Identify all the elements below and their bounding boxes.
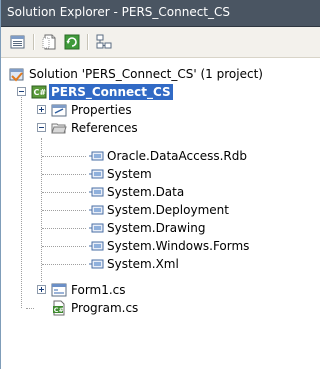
view-class-diagram-icon (96, 34, 112, 49)
reference-item[interactable]: System.Drawing (1, 219, 320, 237)
tree-item-references[interactable]: References (1, 119, 320, 137)
toolbar-separator (33, 34, 35, 50)
solution-icon (9, 66, 25, 82)
reference-label: System.Data (107, 185, 185, 199)
solution-explorer-window: Solution Explorer - PERS_Connect_CS Solu… (0, 0, 320, 369)
reference-label: System.Deployment (107, 203, 229, 217)
expand-toggle[interactable] (37, 285, 46, 294)
toolbar-separator (87, 34, 89, 50)
expand-toggle[interactable] (37, 105, 46, 114)
program-label: Program.cs (71, 301, 139, 315)
refresh-icon (64, 34, 80, 50)
solution-label: Solution 'PERS_Connect_CS' (1 project) (29, 67, 263, 81)
reference-item[interactable]: System (1, 165, 320, 183)
reference-item[interactable]: System.Data (1, 183, 320, 201)
reference-icon (89, 148, 105, 164)
properties-button[interactable] (9, 33, 27, 51)
csharp-file-icon: C# (51, 300, 67, 316)
properties-label: Properties (71, 103, 132, 117)
properties-icon (10, 35, 25, 49)
reference-item[interactable]: System.Deployment (1, 201, 320, 219)
project-label: PERS_Connect_CS (49, 84, 173, 100)
reference-item[interactable]: Oracle.DataAccess.Rdb (1, 147, 320, 165)
reference-icon (89, 220, 105, 236)
reference-icon (89, 184, 105, 200)
show-all-files-button[interactable] (41, 33, 59, 51)
reference-icon (89, 166, 105, 182)
tree-item-properties[interactable]: Properties (1, 101, 320, 119)
properties-folder-icon (51, 102, 67, 118)
reference-label: System.Windows.Forms (107, 239, 250, 253)
reference-icon (89, 256, 105, 272)
reference-item[interactable]: System.Windows.Forms (1, 237, 320, 255)
csharp-project-icon: C# (31, 84, 47, 100)
title-bar[interactable]: Solution Explorer - PERS_Connect_CS (1, 0, 320, 27)
references-label: References (71, 121, 138, 135)
reference-icon (89, 202, 105, 218)
toolbar (1, 27, 320, 58)
tree-item-form1[interactable]: Form1.cs (1, 281, 320, 299)
reference-item[interactable]: System.Xml (1, 255, 320, 273)
svg-text:C#: C# (34, 88, 47, 97)
reference-label: System (107, 167, 152, 181)
window-title: Solution Explorer - PERS_Connect_CS (7, 5, 231, 19)
svg-text:C#: C# (54, 306, 64, 314)
form-file-icon (51, 282, 67, 298)
collapse-toggle[interactable] (17, 87, 26, 96)
refresh-button[interactable] (63, 33, 81, 51)
reference-label: System.Xml (107, 257, 179, 271)
form1-label: Form1.cs (71, 283, 126, 297)
tree-item-program[interactable]: C# Program.cs (1, 299, 320, 317)
tree-item-project[interactable]: C# PERS_Connect_CS (1, 83, 320, 101)
reference-label: System.Drawing (107, 221, 206, 235)
reference-icon (89, 238, 105, 254)
reference-label: Oracle.DataAccess.Rdb (107, 149, 247, 163)
open-folder-icon (51, 120, 67, 136)
view-class-diagram-button[interactable] (95, 33, 113, 51)
show-all-files-icon (42, 34, 56, 50)
tree-item-solution[interactable]: Solution 'PERS_Connect_CS' (1 project) (1, 65, 320, 83)
collapse-toggle[interactable] (37, 123, 46, 132)
solution-tree: Solution 'PERS_Connect_CS' (1 project) C… (1, 58, 320, 369)
